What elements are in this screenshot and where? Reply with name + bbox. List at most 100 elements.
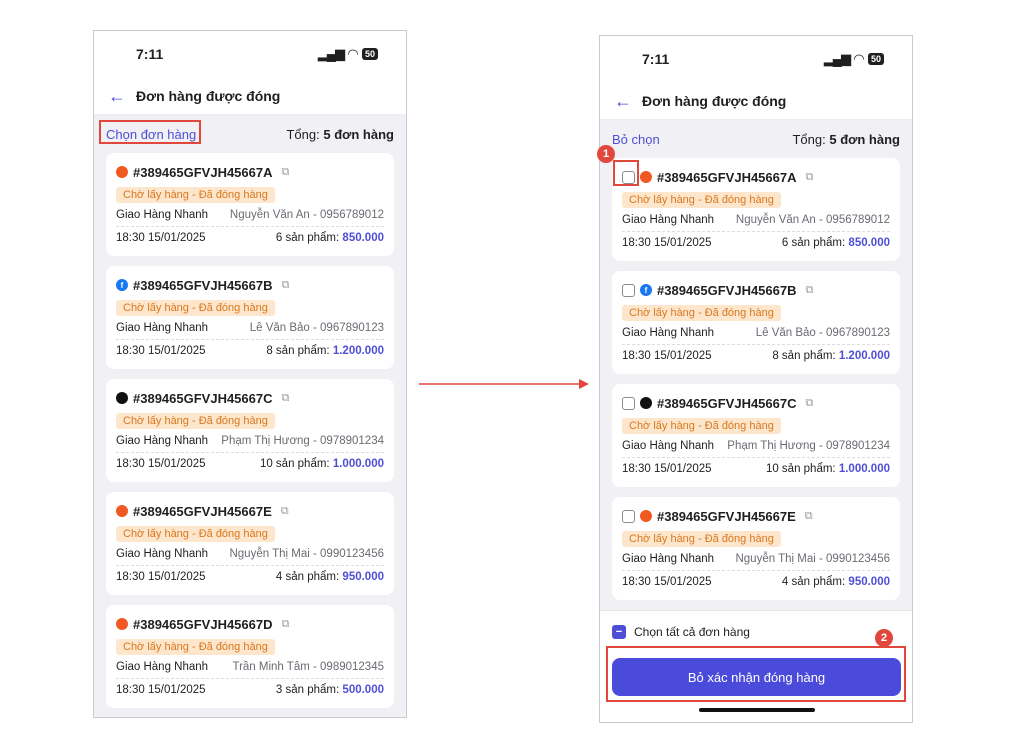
status-badge: Chờ lấy hàng - Đã đóng hàng <box>622 531 781 547</box>
home-indicator <box>699 708 815 712</box>
highlight-primary-button <box>606 646 906 702</box>
tiktok-icon <box>116 392 128 404</box>
carrier-name: Giao Hàng Nhanh <box>622 440 715 452</box>
facebook-icon: f <box>640 284 652 296</box>
order-id: #389465GFVJH45667C <box>657 395 797 411</box>
status-badge: Chờ lấy hàng - Đã đóng hàng <box>622 192 781 208</box>
order-summary: 10 sản phẩm: 1.000.000 <box>259 458 384 470</box>
copy-icon[interactable]: ⧉ <box>282 166 290 179</box>
shopee-icon <box>640 171 652 183</box>
carrier-name: Giao Hàng Nhanh <box>622 553 715 565</box>
select-all-checkbox[interactable]: − <box>612 624 626 639</box>
receiver-info: Phạm Thị Hương - 0978901234 <box>727 440 890 452</box>
receiver-info: Nguyễn Thị Mai - 0990123456 <box>229 548 384 560</box>
order-price: 1.000.000 <box>838 463 890 475</box>
order-datetime: 18:30 15/01/2025 <box>116 571 206 583</box>
carrier-name: Giao Hàng Nhanh <box>622 327 715 339</box>
receiver-info: Lê Văn Bảo - 0967890123 <box>755 327 890 339</box>
order-card[interactable]: #389465GFVJH45667C ⧉ Chờ lấy hàng - Đã đón… <box>106 379 394 482</box>
shopee-icon <box>116 618 128 630</box>
order-checkbox[interactable] <box>622 283 635 297</box>
carrier-name: Giao Hàng Nhanh <box>116 548 209 560</box>
shopee-icon <box>116 505 128 517</box>
wifi-icon: ◠ <box>347 46 358 61</box>
status-badge: Chờ lấy hàng - Đã đóng hàng <box>116 300 275 316</box>
order-card[interactable]: #389465GFVJH45667C ⧉ Chờ lấy hàng - Đã đón… <box>612 384 900 487</box>
order-card[interactable]: #389465GFVJH45667D ⧉ Chờ lấy hàng - Đã đón… <box>106 605 394 708</box>
signal-icon: ▂▄▆ <box>317 46 345 61</box>
carrier-name: Giao Hàng Nhanh <box>116 209 209 221</box>
copy-icon[interactable]: ⧉ <box>282 618 290 631</box>
wifi-icon: ◠ <box>853 51 864 66</box>
order-datetime: 18:30 15/01/2025 <box>622 237 712 249</box>
order-id: #389465GFVJH45667C <box>133 390 273 406</box>
order-datetime: 18:30 15/01/2025 <box>622 463 712 475</box>
deselect-link[interactable]: Bỏ chọn <box>612 132 660 147</box>
battery-icon: 50 <box>867 53 884 65</box>
order-list: #389465GFVJH45667A ⧉ Chờ lấy hàng - Đã đón… <box>94 153 406 708</box>
order-card[interactable]: #389465GFVJH45667E ⧉ Chờ lấy hàng - Đã đón… <box>612 497 900 600</box>
order-price: 1.200.000 <box>332 345 384 357</box>
shopee-icon <box>640 510 652 522</box>
order-card[interactable]: #389465GFVJH45667A ⧉ Chờ lấy hàng - Đã đón… <box>612 158 900 261</box>
copy-icon[interactable]: ⧉ <box>282 392 290 405</box>
status-badge: Chờ lấy hàng - Đã đóng hàng <box>622 305 781 321</box>
back-arrow-icon[interactable]: ← <box>614 92 632 110</box>
carrier-name: Giao Hàng Nhanh <box>622 214 715 226</box>
battery-icon: 50 <box>361 48 378 60</box>
order-id: #389465GFVJH45667E <box>657 508 796 524</box>
order-price: 1.200.000 <box>838 350 890 362</box>
order-datetime: 18:30 15/01/2025 <box>622 576 712 588</box>
order-card[interactable]: f #389465GFVJH45667B ⧉ Chờ lấy hàng - Đã đó… <box>106 266 394 369</box>
order-price: 950.000 <box>342 571 384 583</box>
order-price: 850.000 <box>342 232 384 244</box>
copy-icon[interactable]: ⧉ <box>806 284 814 297</box>
copy-icon[interactable]: ⧉ <box>806 397 814 410</box>
order-summary: 8 sản phẩm: 1.200.000 <box>772 350 890 362</box>
order-card[interactable]: #389465GFVJH45667E ⧉ Chờ lấy hàng - Đã đón… <box>106 492 394 595</box>
selection-bar: Bỏ chọn Tổng: 5 đơn hàng <box>600 120 912 158</box>
nav-bar: ← Đơn hàng được đóng <box>600 82 912 120</box>
order-id: #389465GFVJH45667B <box>133 277 273 293</box>
status-bar: 7:11 ▂▄▆ ◠ 50 <box>94 31 406 77</box>
carrier-name: Giao Hàng Nhanh <box>116 435 209 447</box>
copy-icon[interactable]: ⧉ <box>806 171 814 184</box>
carrier-name: Giao Hàng Nhanh <box>116 661 209 673</box>
status-bar: 7:11 ▂▄▆ ◠ 50 <box>600 36 912 82</box>
order-summary: 3 sản phẩm: 500.000 <box>275 684 384 696</box>
highlight-select-link <box>99 120 201 144</box>
status-badge: Chờ lấy hàng - Đã đóng hàng <box>116 413 275 429</box>
copy-icon[interactable]: ⧉ <box>282 279 290 292</box>
order-id: #389465GFVJH45667A <box>133 164 273 180</box>
order-total: Tổng: 5 đơn hàng <box>286 126 394 142</box>
order-id: #389465GFVJH45667D <box>133 616 273 632</box>
order-summary: 6 sản phẩm: 850.000 <box>781 237 890 249</box>
receiver-info: Lê Văn Bảo - 0967890123 <box>249 322 384 334</box>
order-summary: 8 sản phẩm: 1.200.000 <box>266 345 384 357</box>
receiver-info: Nguyễn Văn An - 0956789012 <box>735 214 890 226</box>
status-badge: Chờ lấy hàng - Đã đóng hàng <box>116 187 275 203</box>
order-price: 1.000.000 <box>332 458 384 470</box>
order-card[interactable]: f #389465GFVJH45667B ⧉ Chờ lấy hàng - Đã đó… <box>612 271 900 374</box>
order-id: #389465GFVJH45667B <box>657 282 797 298</box>
order-checkbox[interactable] <box>622 509 635 523</box>
status-badge: Chờ lấy hàng - Đã đóng hàng <box>116 639 275 655</box>
order-id: #389465GFVJH45667E <box>133 503 272 519</box>
back-arrow-icon[interactable]: ← <box>108 87 126 105</box>
order-price: 500.000 <box>342 684 384 696</box>
status-time: 7:11 <box>642 51 670 67</box>
order-card[interactable]: #389465GFVJH45667A ⧉ Chờ lấy hàng - Đã đón… <box>106 153 394 256</box>
receiver-info: Nguyễn Thị Mai - 0990123456 <box>735 553 890 565</box>
order-price: 850.000 <box>848 237 890 249</box>
order-checkbox[interactable] <box>622 396 635 410</box>
copy-icon[interactable]: ⧉ <box>281 505 289 518</box>
order-id: #389465GFVJH45667A <box>657 169 797 185</box>
status-badge: Chờ lấy hàng - Đã đóng hàng <box>116 526 275 542</box>
copy-icon[interactable]: ⧉ <box>805 510 813 523</box>
carrier-name: Giao Hàng Nhanh <box>116 322 209 334</box>
signal-icon: ▂▄▆ <box>823 51 851 66</box>
order-datetime: 18:30 15/01/2025 <box>116 345 206 357</box>
order-summary: 6 sản phẩm: 850.000 <box>275 232 384 244</box>
receiver-info: Trần Minh Tâm - 0989012345 <box>232 661 384 673</box>
page-title: Đơn hàng được đóng <box>642 92 787 109</box>
